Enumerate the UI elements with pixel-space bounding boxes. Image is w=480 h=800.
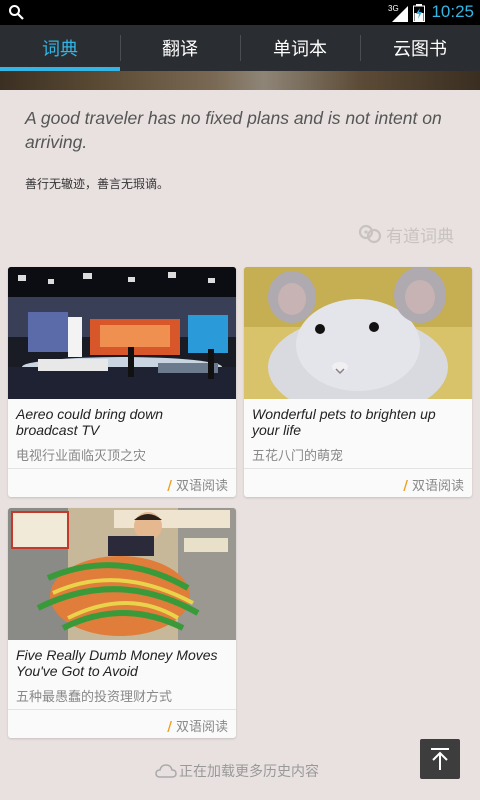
signal-icon: 3G <box>388 4 408 22</box>
article-title-en: Wonderful pets to brighten up your life <box>252 406 436 438</box>
tab-label: 单词本 <box>273 39 327 60</box>
status-bar: 3G 10:25 <box>0 0 480 25</box>
tab-bar: 词典 翻译 单词本 云图书 <box>0 25 480 71</box>
battery-icon <box>413 4 425 22</box>
search-icon[interactable] <box>8 4 24 20</box>
network-label: 3G <box>388 4 399 13</box>
bilingual-reading-link[interactable]: / 双语阅读 <box>167 716 228 735</box>
article-title-cn: 五花八门的萌宠 <box>252 449 344 464</box>
article-title-cn: 五种最愚蠢的投资理财方式 <box>16 690 173 705</box>
slash-icon: / <box>403 479 408 494</box>
tab-translate[interactable]: 翻译 <box>120 25 240 71</box>
tab-label: 词典 <box>42 39 78 60</box>
article-card[interactable]: Five Really Dumb Money Moves You've Got … <box>8 508 236 738</box>
youdao-brand: 有道词典 <box>358 222 454 247</box>
bilingual-label: 双语阅读 <box>411 479 464 494</box>
tab-wordbook[interactable]: 单词本 <box>240 25 360 71</box>
tab-cloud-books[interactable]: 云图书 <box>360 25 480 71</box>
youdao-logo-icon <box>358 224 382 244</box>
article-title-en: Aereo could bring down broadcast TV <box>16 406 164 438</box>
card-divider <box>244 468 472 469</box>
tab-dictionary[interactable]: 词典 <box>0 25 120 71</box>
money-comic-image <box>8 508 236 640</box>
clock: 10:25 <box>431 2 474 21</box>
card-divider <box>8 709 236 710</box>
article-card[interactable]: Aereo could bring down broadcast TV 电视行业… <box>8 267 236 497</box>
tab-label: 翻译 <box>162 39 198 60</box>
arrow-up-to-top-icon <box>431 748 449 770</box>
daily-quote-chinese: 善行无辙迹，善言无瑕谪。 <box>25 177 170 191</box>
brand-name: 有道词典 <box>386 226 454 247</box>
back-to-top-button[interactable] <box>420 739 460 779</box>
bilingual-label: 双语阅读 <box>175 720 228 735</box>
card-divider <box>8 468 236 469</box>
article-title-en: Five Really Dumb Money Moves You've Got … <box>16 647 218 679</box>
slash-icon: / <box>167 479 172 494</box>
loading-more-indicator: 正在加载更多历史内容 <box>155 761 319 781</box>
tv-studio-image <box>8 267 236 399</box>
article-card[interactable]: Wonderful pets to brighten up your life … <box>244 267 472 497</box>
article-title-cn: 电视行业面临灭顶之灾 <box>16 449 147 464</box>
loading-text: 正在加载更多历史内容 <box>179 764 319 780</box>
tab-label: 云图书 <box>393 39 447 60</box>
daily-quote-english: A good traveler has no fixed plans and i… <box>25 108 442 152</box>
slash-icon: / <box>167 720 172 735</box>
cloud-icon <box>155 764 177 778</box>
chinchilla-image <box>244 267 472 399</box>
bilingual-reading-link[interactable]: / 双语阅读 <box>403 475 464 494</box>
bilingual-reading-link[interactable]: / 双语阅读 <box>167 475 228 494</box>
header-image <box>0 71 480 90</box>
bilingual-label: 双语阅读 <box>175 479 228 494</box>
